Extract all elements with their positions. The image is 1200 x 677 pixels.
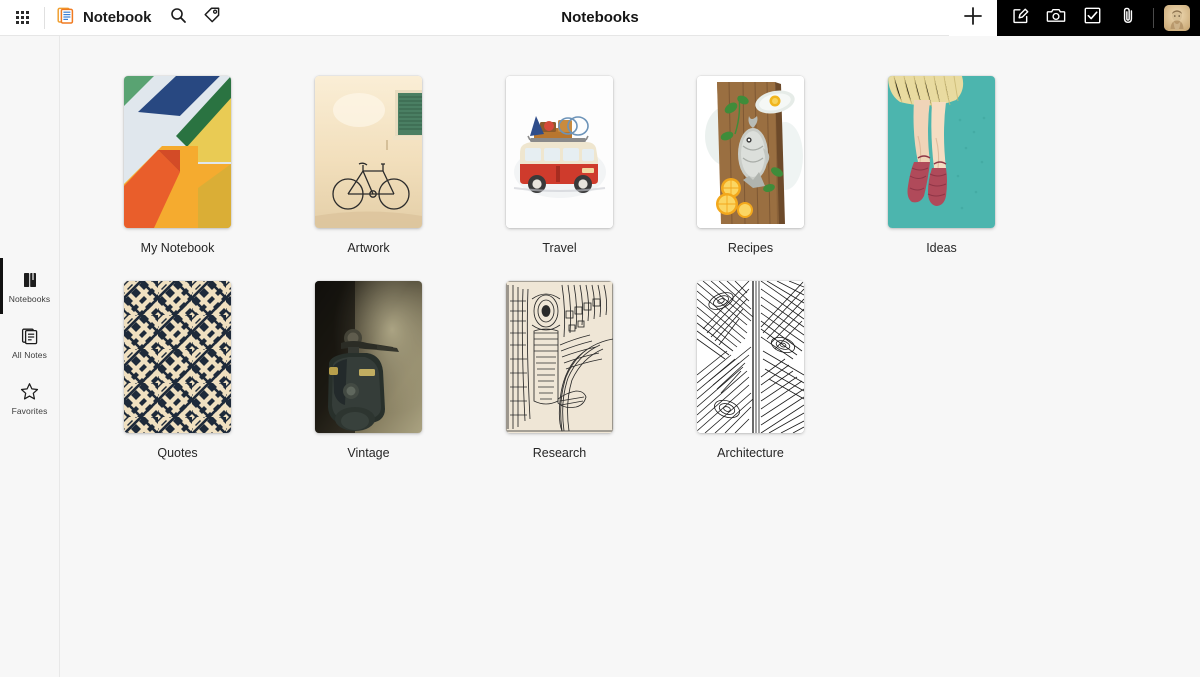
notebook-card[interactable]: Travel bbox=[464, 76, 655, 255]
camera-note-button[interactable] bbox=[1041, 0, 1071, 36]
tags-button[interactable] bbox=[195, 0, 229, 36]
sidebar-item-all-notes[interactable]: All Notes bbox=[0, 314, 59, 370]
notebook-cover-ballet-shoes-teal bbox=[888, 76, 995, 228]
notebook-card[interactable]: Recipes bbox=[655, 76, 846, 255]
notebook-card[interactable]: Quotes bbox=[82, 281, 273, 460]
top-bar: Notebook Notebooks bbox=[0, 0, 1200, 36]
notebook-cover-geometric-color-blocks bbox=[124, 76, 231, 228]
notebook-cover-geometric-line-art bbox=[697, 281, 804, 433]
checkbox-icon bbox=[1083, 6, 1102, 30]
quick-actions-toolbar bbox=[997, 0, 1200, 36]
notebook-cover-bicycle-window-watercolor bbox=[315, 76, 422, 228]
apps-grid-button[interactable] bbox=[0, 0, 44, 36]
notebook-title: Ideas bbox=[926, 241, 957, 255]
notebook-card[interactable]: Research bbox=[464, 281, 655, 460]
notebook-cover-red-van-watercolor bbox=[506, 76, 613, 228]
notebook-title: Travel bbox=[542, 241, 577, 255]
sidebar-item-label: Notebooks bbox=[8, 293, 51, 304]
notebooks-icon bbox=[21, 269, 39, 289]
sidebar-item-favorites[interactable]: Favorites bbox=[0, 370, 59, 426]
tag-icon bbox=[203, 6, 221, 29]
edit-square-icon bbox=[1011, 6, 1030, 30]
notebook-title: Vintage bbox=[347, 446, 390, 460]
plus-icon bbox=[962, 5, 984, 32]
brand-home-button[interactable]: Notebook bbox=[45, 0, 161, 36]
notebook-title: Recipes bbox=[727, 241, 774, 255]
sidebar-item-label: Favorites bbox=[11, 405, 48, 416]
notebook-card[interactable]: Vintage bbox=[273, 281, 464, 460]
notebook-card[interactable]: Artwork bbox=[273, 76, 464, 255]
search-button[interactable] bbox=[161, 0, 195, 36]
sidebar: Notebooks All Notes Favorites bbox=[0, 36, 60, 677]
notebook-card[interactable]: Ideas bbox=[846, 76, 1037, 255]
notebook-title: Artwork bbox=[347, 241, 390, 255]
notebook-card[interactable]: Architecture bbox=[655, 281, 846, 460]
toolbar-separator bbox=[1153, 8, 1154, 28]
notebook-cover-fish-board-watercolor bbox=[697, 76, 804, 228]
app-body: Notebooks All Notes Favorites My Noteboo… bbox=[0, 36, 1200, 677]
new-note-button[interactable] bbox=[1005, 0, 1035, 36]
camera-icon bbox=[1046, 6, 1066, 30]
notebook-app-icon bbox=[57, 6, 76, 30]
brand-title: Notebook bbox=[83, 9, 152, 26]
notebook-card[interactable]: My Notebook bbox=[82, 76, 273, 255]
checklist-note-button[interactable] bbox=[1077, 0, 1107, 36]
add-notebook-button[interactable] bbox=[949, 0, 997, 36]
notebook-title: Research bbox=[532, 446, 587, 460]
attachment-note-button[interactable] bbox=[1113, 0, 1143, 36]
notebooks-grid-area: My Notebook Artwork Travel Recipes Ideas… bbox=[60, 36, 1200, 677]
apps-grid-icon bbox=[15, 11, 29, 24]
notebook-cover-pharaoh-line-art bbox=[506, 281, 613, 433]
all-notes-icon bbox=[21, 325, 39, 345]
notebook-title: Architecture bbox=[717, 446, 784, 460]
notebook-title: My Notebook bbox=[140, 241, 215, 255]
search-icon bbox=[170, 7, 187, 29]
top-bar-right-group bbox=[949, 0, 1200, 36]
user-avatar[interactable] bbox=[1164, 5, 1190, 31]
sidebar-item-notebooks[interactable]: Notebooks bbox=[0, 258, 59, 314]
paperclip-icon bbox=[1119, 6, 1137, 30]
notebooks-grid: My Notebook Artwork Travel Recipes Ideas… bbox=[82, 76, 1200, 486]
notebook-cover-dark-scooter-photo bbox=[315, 281, 422, 433]
notebook-cover-navy-cream-weave-pattern bbox=[124, 281, 231, 433]
sidebar-item-label: All Notes bbox=[12, 349, 47, 360]
star-icon bbox=[20, 381, 39, 401]
notebook-title: Quotes bbox=[157, 446, 198, 460]
